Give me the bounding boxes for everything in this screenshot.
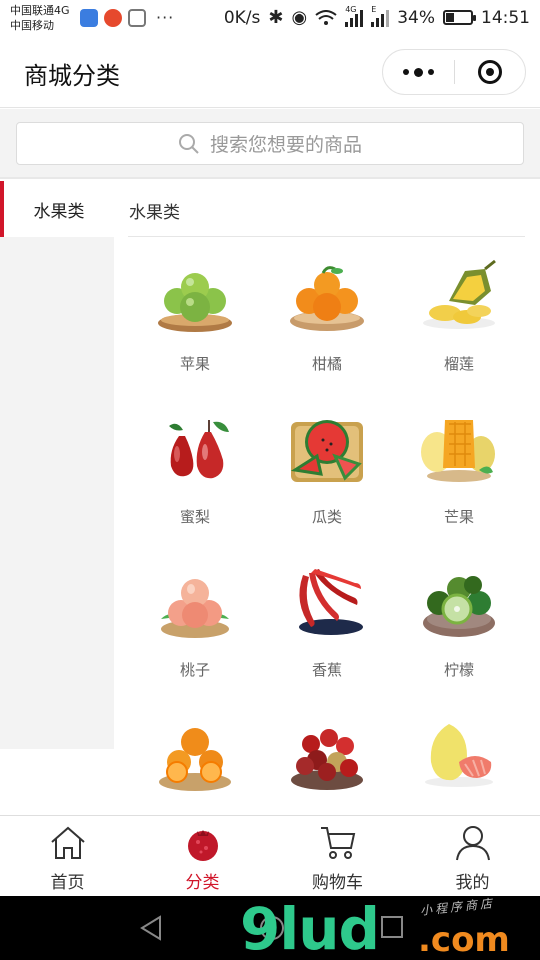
app-header: 商城分类 bbox=[0, 38, 540, 108]
apple-image bbox=[158, 273, 232, 332]
grid-item-jujube[interactable] bbox=[261, 706, 393, 815]
grid-item-banana[interactable]: 香蕉 bbox=[261, 553, 393, 703]
item-label: 香蕉 bbox=[311, 661, 342, 679]
tab-cart[interactable]: 购物车 bbox=[270, 816, 405, 897]
category-sidebar: 水果类 bbox=[0, 181, 114, 749]
dot bbox=[427, 69, 434, 75]
tab-category[interactable]: 分类 bbox=[135, 816, 270, 897]
carrier-2: 中国移动 bbox=[10, 19, 54, 32]
item-label: 桃子 bbox=[179, 661, 210, 679]
battery-level bbox=[446, 13, 454, 22]
watermark-logo: 9lud bbox=[240, 895, 380, 960]
system-indicators: 0K/s ✱ ◉ 4G E 34% 14:51 bbox=[223, 5, 530, 29]
bluetooth-icon: ✱ bbox=[268, 7, 284, 28]
grid-item-mango[interactable]: 芒果 bbox=[393, 400, 525, 550]
tab-label: 我的 bbox=[455, 873, 490, 893]
recents-icon[interactable] bbox=[380, 915, 404, 939]
grid-item-pear[interactable]: 蜜梨 bbox=[129, 400, 261, 550]
peach-image bbox=[161, 579, 229, 638]
battery-icon bbox=[443, 10, 476, 25]
battery-percent: 34% bbox=[397, 7, 435, 28]
eye-icon: ◉ bbox=[291, 7, 308, 28]
dot bbox=[413, 67, 423, 77]
watermelon-image bbox=[290, 420, 363, 482]
lime-image bbox=[423, 576, 495, 637]
tab-label: 购物车 bbox=[312, 873, 363, 893]
search-area: 搜索您想要的商品 bbox=[0, 109, 540, 179]
home-icon bbox=[51, 826, 85, 859]
watermark-tagline: 小程序商店 bbox=[419, 896, 496, 918]
grid-item-peach[interactable]: 桃子 bbox=[129, 553, 261, 703]
shield-app-icon bbox=[80, 8, 98, 27]
tab-label: 分类 bbox=[185, 873, 220, 893]
grid-item-apple[interactable]: 苹果 bbox=[129, 247, 261, 397]
grid-item-watermelon[interactable]: 瓜类 bbox=[261, 400, 393, 550]
signal-e: E bbox=[371, 5, 390, 27]
banana-image bbox=[299, 569, 363, 635]
orange-halves-image bbox=[159, 728, 231, 791]
page-title: 商城分类 bbox=[24, 62, 120, 90]
tab-home[interactable]: 首页 bbox=[0, 816, 135, 897]
search-input[interactable]: 搜索您想要的商品 bbox=[16, 122, 524, 165]
grid-item-orange-halves[interactable] bbox=[129, 706, 261, 815]
gallery-icon bbox=[128, 8, 146, 27]
clock: 14:51 bbox=[481, 7, 530, 28]
grid-item-pomelo[interactable] bbox=[393, 706, 525, 815]
pomegranate-icon bbox=[188, 830, 218, 861]
network-type-4g: 4G bbox=[345, 4, 357, 14]
more-notifications-icon: ··· bbox=[156, 8, 175, 27]
weibo-icon bbox=[104, 8, 122, 27]
category-content: 水果类 苹果 柑橘 榴莲 蜜梨 瓜类 芒果 桃子 香蕉 柠檬 bbox=[114, 181, 540, 815]
miniprogram-capsule bbox=[382, 49, 526, 95]
user-icon bbox=[456, 826, 490, 861]
tab-me[interactable]: 我的 bbox=[405, 816, 540, 897]
status-bar: 中国联通4G 中国移动 ··· 0K/s ✱ ◉ 4G E 34% 14:51 bbox=[0, 0, 540, 38]
grid-item-lime[interactable]: 柠檬 bbox=[393, 553, 525, 703]
watermark-domain: .com bbox=[418, 920, 510, 960]
system-nav-bar: 9lud .com 小程序商店 bbox=[0, 896, 540, 960]
item-label: 瓜类 bbox=[311, 508, 342, 526]
search-placeholder: 搜索您想要的商品 bbox=[209, 134, 362, 156]
more-menu-button[interactable] bbox=[383, 67, 454, 77]
cart-icon bbox=[321, 827, 356, 859]
dot bbox=[402, 69, 409, 75]
item-label: 苹果 bbox=[179, 355, 210, 373]
close-button[interactable] bbox=[455, 60, 526, 84]
pomelo-image bbox=[425, 724, 493, 787]
orange-image bbox=[290, 266, 364, 331]
pear-image bbox=[169, 420, 229, 479]
item-label: 柠檬 bbox=[443, 661, 474, 679]
durian-image bbox=[423, 259, 496, 329]
bottom-tab-bar: 首页 分类 购物车 我的 bbox=[0, 815, 540, 896]
tab-label: 首页 bbox=[50, 873, 85, 893]
mango-image bbox=[421, 420, 495, 482]
divider bbox=[128, 236, 525, 237]
network-speed: 0K/s bbox=[223, 7, 261, 28]
grid-item-durian[interactable]: 榴莲 bbox=[393, 247, 525, 397]
category-title: 水果类 bbox=[129, 203, 180, 223]
notification-icons: ··· bbox=[80, 8, 174, 27]
item-label: 柑橘 bbox=[311, 355, 342, 373]
grid-item-orange[interactable]: 柑橘 bbox=[261, 247, 393, 397]
carrier-info: 中国联通4G 中国移动 bbox=[10, 3, 70, 33]
wifi-icon bbox=[315, 9, 337, 25]
target-close-icon bbox=[477, 60, 502, 84]
item-label: 蜜梨 bbox=[179, 508, 210, 526]
search-icon bbox=[178, 133, 199, 154]
carrier-1: 中国联通4G bbox=[10, 4, 70, 17]
network-type-e: E bbox=[371, 4, 377, 14]
jujube-image bbox=[291, 729, 363, 790]
sidebar-item-fruit[interactable]: 水果类 bbox=[0, 181, 114, 237]
back-icon[interactable] bbox=[138, 914, 164, 942]
item-label: 榴莲 bbox=[443, 355, 474, 373]
signal-4g: 4G bbox=[345, 5, 364, 27]
item-label: 芒果 bbox=[443, 508, 474, 526]
